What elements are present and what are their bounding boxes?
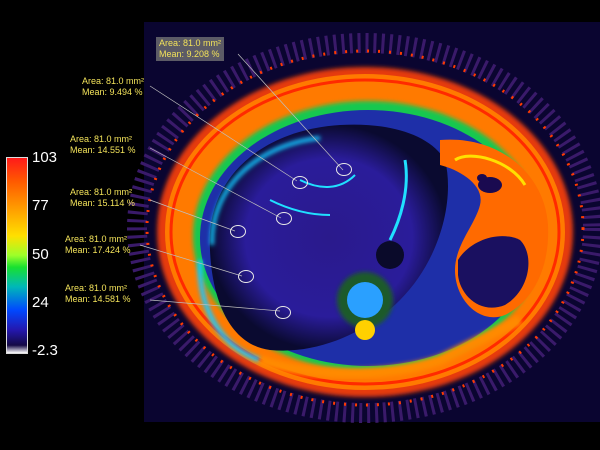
measurement-1-mean: Mean: 9.208 % bbox=[159, 49, 220, 59]
measurement-2-mean: Mean: 9.494 % bbox=[82, 87, 143, 97]
colorbar-max-label: 103 bbox=[32, 149, 58, 166]
bowel-loop-small bbox=[477, 174, 487, 182]
measurement-2: Area: 81.0 mm² Mean: 9.494 % bbox=[82, 76, 144, 98]
colorbar-tick-77: 77 bbox=[32, 197, 49, 214]
measurement-3-mean: Mean: 14.551 % bbox=[70, 145, 136, 155]
mri-slice-graphic bbox=[127, 22, 600, 423]
measurement-6-mean: Mean: 14.581 % bbox=[65, 294, 131, 304]
roi-2[interactable] bbox=[292, 176, 308, 189]
roi-1[interactable] bbox=[336, 163, 352, 176]
colorbar-tick-50: 50 bbox=[32, 246, 49, 263]
aorta bbox=[376, 241, 404, 269]
roi-4[interactable] bbox=[230, 225, 246, 238]
roi-6[interactable] bbox=[275, 306, 291, 319]
measurement-1-area: Area: 81.0 mm² bbox=[159, 38, 222, 48]
measurement-2-area: Area: 81.0 mm² bbox=[82, 76, 145, 86]
measurement-6: Area: 81.0 mm² Mean: 14.581 % bbox=[65, 283, 131, 305]
measurement-3-area: Area: 81.0 mm² bbox=[70, 134, 133, 144]
roi-5[interactable] bbox=[238, 270, 254, 283]
measurement-5-area: Area: 81.0 mm² bbox=[65, 234, 128, 244]
measurement-4: Area: 81.0 mm² Mean: 15.114 % bbox=[70, 187, 135, 209]
mri-scan-image bbox=[0, 0, 600, 450]
colorbar-min-label: -2.3 bbox=[32, 342, 58, 359]
measurement-3: Area: 81.0 mm² Mean: 14.551 % bbox=[70, 134, 136, 156]
color-scale-bar bbox=[6, 157, 28, 354]
measurement-6-area: Area: 81.0 mm² bbox=[65, 283, 128, 293]
spine-core bbox=[347, 282, 383, 318]
measurement-5-mean: Mean: 17.424 % bbox=[65, 245, 131, 255]
roi-3[interactable] bbox=[276, 212, 292, 225]
measurement-5: Area: 81.0 mm² Mean: 17.424 % bbox=[65, 234, 131, 256]
measurement-1: Area: 81.0 mm² Mean: 9.208 % bbox=[156, 37, 225, 61]
measurement-4-area: Area: 81.0 mm² bbox=[70, 187, 133, 197]
colorbar-tick-24: 24 bbox=[32, 294, 49, 311]
measurement-4-mean: Mean: 15.114 % bbox=[70, 198, 135, 208]
spinal-canal bbox=[355, 320, 375, 340]
